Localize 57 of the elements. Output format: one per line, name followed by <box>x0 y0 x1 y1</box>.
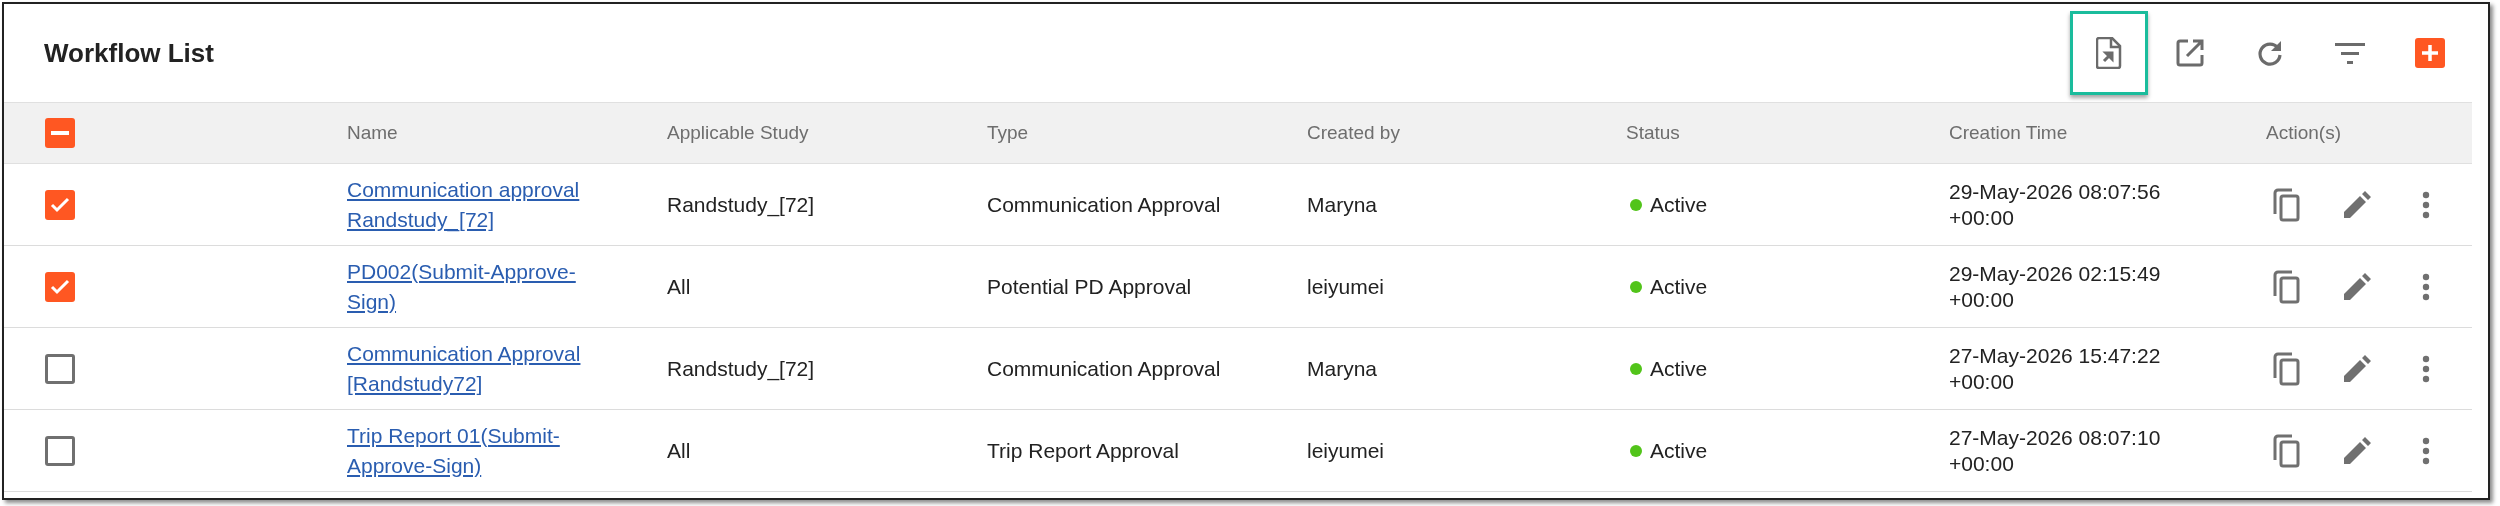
table-cell: leiyumei <box>1307 438 1385 462</box>
copy-icon <box>2272 433 2300 468</box>
table-cell: All <box>667 274 691 298</box>
checkbox[interactable] <box>45 435 75 466</box>
workflow-name-link[interactable]: Trip Report 01(Submit-Approve-Sign) <box>347 420 602 481</box>
checkbox[interactable] <box>45 353 75 384</box>
check-icon <box>50 196 70 213</box>
open-external-icon <box>2175 38 2205 68</box>
workflow-name-link[interactable]: PD002(Submit-Approve-Sign) <box>347 256 602 317</box>
table-cell-text: 27-May-2026 15:47:22 +00:00 <box>1949 342 2162 395</box>
plus-icon <box>2415 38 2445 68</box>
status-label: Active <box>1650 191 1708 218</box>
column-header: Creation Time <box>1949 121 2068 143</box>
check-icon <box>50 278 70 295</box>
column-header: Name <box>347 121 398 143</box>
pencil-icon <box>2342 353 2372 384</box>
copy-icon <box>2272 187 2300 222</box>
pencil-icon <box>2342 435 2372 466</box>
status-label: Active <box>1650 273 1708 300</box>
file-arrow-icon <box>2096 37 2122 69</box>
checkbox[interactable] <box>45 271 75 302</box>
table-cell: Maryna <box>1307 192 1378 216</box>
table-cell-text: 27-May-2026 08:07:10 +00:00 <box>1949 424 2162 477</box>
workflow-name-link[interactable]: Communication Approval [Randstudy72] <box>347 338 602 399</box>
table-cell: Trip Report Approval <box>987 438 1179 462</box>
copy-icon <box>2272 351 2300 386</box>
column-header: Status <box>1626 121 1680 143</box>
table-cell: Communication Approval <box>987 356 1221 380</box>
select-all-checkbox[interactable] <box>45 118 75 148</box>
table-cell: Communication Approval <box>987 192 1221 216</box>
table-cell: leiyumei <box>1307 274 1385 298</box>
copy-icon <box>2272 269 2300 304</box>
table-cell-text: 29-May-2026 02:15:49 +00:00 <box>1949 260 2162 313</box>
column-header: Action(s) <box>2266 121 2341 143</box>
more-icon <box>2422 354 2430 383</box>
pencil-icon <box>2342 189 2372 220</box>
more-icon <box>2422 436 2430 465</box>
more-icon <box>2422 190 2430 219</box>
more-icon <box>2422 272 2430 301</box>
status-label: Active <box>1650 437 1708 464</box>
column-header: Applicable Study <box>667 121 809 143</box>
table-cell: Randstudy_[72] <box>667 192 815 216</box>
table-cell-text: 29-May-2026 08:07:56 +00:00 <box>1949 178 2162 231</box>
status-label: Active <box>1650 355 1708 382</box>
toolbar-button[interactable] <box>2070 11 2148 95</box>
column-header: Type <box>987 121 1029 143</box>
workflow-name-link[interactable]: Communication approval Randstudy_[72] <box>347 174 602 235</box>
filter-icon <box>2335 42 2365 64</box>
column-header: Created by <box>1307 121 1400 143</box>
table-cell: All <box>667 438 691 462</box>
table-cell: Randstudy_[72] <box>667 356 815 380</box>
table-cell: Maryna <box>1307 356 1378 380</box>
pencil-icon <box>2342 271 2372 302</box>
page-title: Workflow List <box>44 36 214 70</box>
table-cell: Potential PD Approval <box>987 274 1192 298</box>
refresh-icon <box>2256 39 2284 67</box>
checkbox[interactable] <box>45 189 75 220</box>
